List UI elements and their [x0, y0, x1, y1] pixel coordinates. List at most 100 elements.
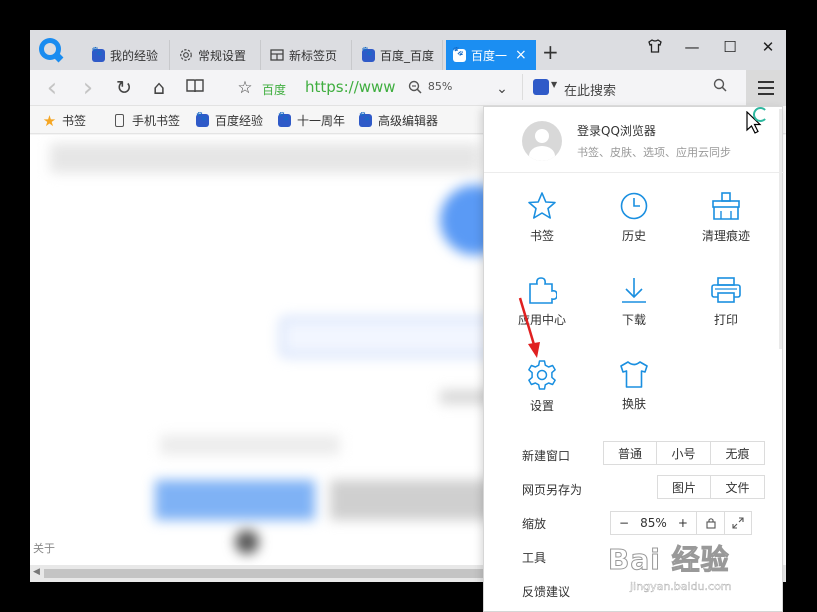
site-name: 百度: [262, 83, 287, 97]
menu-item-settings[interactable]: 设置: [496, 359, 588, 429]
menu-item-print[interactable]: 打印: [680, 275, 772, 345]
menu-scrollbar[interactable]: [779, 109, 782, 349]
divider: [522, 74, 523, 100]
bookmark-item[interactable]: 百度经验: [196, 112, 263, 129]
annotation-arrow-icon: [518, 297, 540, 358]
menu-item-bookmarks[interactable]: 书签: [496, 191, 588, 261]
address-input[interactable]: https://www: [305, 78, 396, 96]
zoom-control: − 85% +: [610, 511, 752, 535]
url-dropdown-button[interactable]: ⌄: [490, 77, 514, 101]
search-button[interactable]: [713, 78, 727, 96]
baidu-paw-icon: [452, 47, 466, 62]
baidu-jingyan-watermark: Bai 经验 jingyan.baidu.com: [608, 538, 808, 608]
close-window-button[interactable]: ✕: [756, 38, 780, 56]
watermark-logo: Bai 经验: [608, 543, 730, 577]
tab-label: 我的经验: [110, 48, 159, 63]
page-footer-text[interactable]: 关于: [33, 540, 55, 556]
maximize-button[interactable]: ☐: [718, 38, 742, 56]
menu-item-history[interactable]: 历史: [588, 191, 680, 261]
zoom-in-button[interactable]: +: [678, 516, 688, 530]
bookmark-label: 书签: [62, 114, 87, 128]
blurred-search-box: [280, 317, 510, 357]
baidu-paw-icon[interactable]: [533, 79, 549, 95]
menu-item-tools[interactable]: 工具: [522, 549, 546, 566]
zoom-out-button[interactable]: −: [619, 516, 629, 530]
blurred-banner: [155, 480, 315, 520]
home-button[interactable]: ⌂: [147, 76, 171, 100]
tab-close-icon[interactable]: ×: [515, 47, 527, 63]
save-as-image-button[interactable]: 图片: [658, 476, 711, 498]
bookmark-label: 手机书签: [132, 114, 181, 128]
bookmark-label: 高级编辑器: [378, 114, 439, 128]
menu-item-clear-traces[interactable]: 清理痕迹: [680, 191, 772, 261]
back-button[interactable]: ‹: [40, 75, 64, 101]
menu-item-download[interactable]: 下载: [588, 275, 680, 345]
tab-my-experience[interactable]: 我的经验: [85, 40, 170, 70]
bookmark-item[interactable]: 高级编辑器: [359, 112, 438, 129]
menu-item-label: 书签: [529, 229, 554, 243]
zoom-indicator[interactable]: 85%: [408, 79, 452, 94]
tab-label: 百度一: [471, 48, 508, 63]
qq-browser-logo-icon[interactable]: [39, 38, 61, 60]
baidu-paw-icon: [361, 47, 375, 62]
bookmark-item[interactable]: 十一周年: [278, 112, 345, 129]
zoom-lock-button[interactable]: [696, 511, 724, 535]
zoom-label: 缩放: [522, 517, 547, 531]
chevron-down-icon[interactable]: ▼: [551, 80, 557, 89]
menu-item-change-skin[interactable]: 换肤: [588, 359, 680, 429]
login-title[interactable]: 登录QQ浏览器: [577, 122, 656, 139]
search-input[interactable]: 在此搜索: [564, 80, 616, 99]
hamburger-icon: [758, 81, 774, 83]
menu-item-label: 历史: [621, 229, 646, 243]
menu-item-label: 设置: [529, 399, 554, 413]
blurred-dot: [235, 530, 259, 554]
gear-icon: [179, 48, 193, 62]
printer-icon: [711, 277, 741, 303]
new-tab-button[interactable]: +: [542, 42, 559, 62]
login-section[interactable]: 登录QQ浏览器 书签、皮肤、选项、应用云同步: [484, 107, 784, 173]
navigation-bar: ‹ › ↻ ⌂ ☆ 百度 https://www 85% ⌄ ▼ 在此搜索: [30, 70, 786, 106]
tab-label: 常规设置: [198, 48, 247, 63]
scroll-left-icon[interactable]: ◀: [33, 567, 40, 577]
magnifier-icon: [408, 80, 422, 94]
new-window-normal-button[interactable]: 普通: [604, 442, 657, 464]
tab-baidu[interactable]: 百度_百度: [355, 40, 443, 70]
new-window-incognito-button[interactable]: 无痕: [711, 442, 764, 464]
refresh-button[interactable]: ↻: [112, 76, 136, 100]
main-menu-button[interactable]: [746, 70, 786, 106]
clock-icon: [620, 192, 648, 220]
avatar[interactable]: [522, 121, 562, 161]
new-window-small-button[interactable]: 小号: [657, 442, 711, 464]
bookmark-item[interactable]: ★ 书签: [42, 111, 87, 130]
baidu-paw-icon: [91, 47, 105, 62]
search-icon: [713, 78, 727, 92]
bookmark-item[interactable]: 手机书签: [113, 112, 180, 129]
save-as-label: 网页另存为: [522, 483, 583, 497]
tab-general-settings[interactable]: 常规设置: [173, 40, 261, 70]
scrollbar-thumb[interactable]: [44, 569, 486, 578]
tab-new-tab-page[interactable]: 新标签页: [264, 40, 352, 70]
tab-label: 新标签页: [289, 48, 338, 63]
forward-button[interactable]: ›: [76, 75, 100, 101]
bookmark-label: 百度经验: [215, 114, 264, 128]
favorite-star-button[interactable]: ☆: [233, 76, 257, 100]
skin-button[interactable]: [643, 38, 667, 58]
save-as-file-button[interactable]: 文件: [711, 476, 764, 498]
tab-strip: 我的经验 常规设置 新标签页 百度_百度 百度一 × + — ☐: [30, 30, 786, 70]
baidu-paw-icon: [196, 112, 209, 127]
star-icon: ★: [42, 111, 57, 130]
tab-baidu-active[interactable]: 百度一 ×: [446, 40, 536, 70]
star-outline-icon: [528, 192, 556, 219]
grid-icon: [270, 48, 284, 62]
menu-item-feedback[interactable]: 反馈建议: [522, 583, 570, 600]
shirt-icon: [648, 39, 662, 53]
minimize-button[interactable]: —: [680, 38, 704, 56]
baidu-paw-icon: [278, 112, 291, 127]
fullscreen-button[interactable]: [724, 511, 752, 535]
menu-item-label: 下载: [621, 313, 646, 327]
menu-item-label: 换肤: [621, 397, 646, 411]
phone-icon: [113, 114, 126, 127]
bookmark-label: 十一周年: [297, 114, 346, 128]
watermark-url: jingyan.baidu.com: [630, 580, 732, 593]
reader-mode-button[interactable]: [183, 76, 207, 100]
